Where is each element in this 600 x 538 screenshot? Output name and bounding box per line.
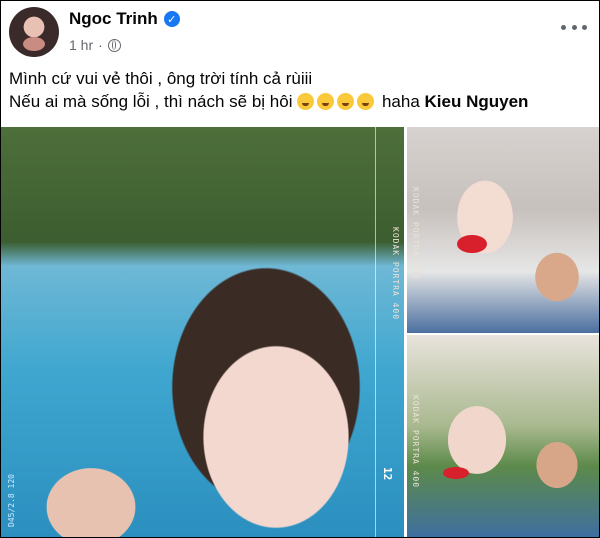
verified-badge-icon: ✓ (163, 11, 180, 27)
author-row: Ngoc Trinh ✓ (69, 9, 180, 29)
film-edge-text: KODAK PORTRA 400 (391, 227, 400, 321)
film-edge-text: KODAK PORTRA 400 (411, 395, 420, 489)
post-text-suffix: haha (381, 92, 420, 111)
facebook-post: Ngoc Trinh ✓ 1 hr · Mình cứ vui vẻ thôi … (0, 0, 600, 538)
post-text: Mình cứ vui vẻ thôi , ông trời tính cả r… (9, 67, 593, 113)
more-options-icon[interactable] (561, 17, 587, 37)
post-time[interactable]: 1 hr (69, 37, 93, 53)
tagged-user-link[interactable]: Kieu Nguyen (425, 92, 529, 111)
film-frame-code: D45/2.8 120 (7, 474, 16, 527)
photo-grid: KODAK PORTRA 400 12 D45/2.8 120 KODAK PO… (1, 127, 599, 537)
bottom-right-lips (443, 467, 469, 479)
globe-icon[interactable] (107, 38, 121, 52)
film-edge-text: KODAK PORTRA 400 (411, 187, 420, 281)
grinning-sweat-emoji (357, 93, 375, 110)
post-text-line-2: Nếu ai mà sống lỗi , thì nách sẽ bị hôi … (9, 90, 593, 113)
laughing-emoji (317, 93, 335, 110)
author-avatar[interactable] (9, 7, 59, 57)
meta-separator: · (98, 37, 103, 53)
author-name[interactable]: Ngoc Trinh (69, 9, 158, 29)
post-header: Ngoc Trinh ✓ 1 hr · (9, 7, 593, 59)
smiling-emoji (337, 93, 355, 110)
rolling-laughing-emoji (297, 93, 315, 110)
photo-top-right[interactable]: KODAK PORTRA 400 (407, 127, 599, 333)
post-text-line-1: Mình cứ vui vẻ thôi , ông trời tính cả r… (9, 69, 313, 88)
post-meta: 1 hr · (69, 37, 121, 53)
film-frame-line (375, 127, 376, 537)
post-text-line-2-body: Nếu ai mà sống lỗi , thì nách sẽ bị hôi (9, 92, 293, 111)
photo-main-selfie[interactable]: KODAK PORTRA 400 12 D45/2.8 120 (1, 127, 404, 537)
top-right-lips (457, 235, 487, 253)
photo-bottom-right[interactable]: KODAK PORTRA 400 (407, 335, 599, 537)
film-frame-number: 12 (381, 467, 394, 481)
